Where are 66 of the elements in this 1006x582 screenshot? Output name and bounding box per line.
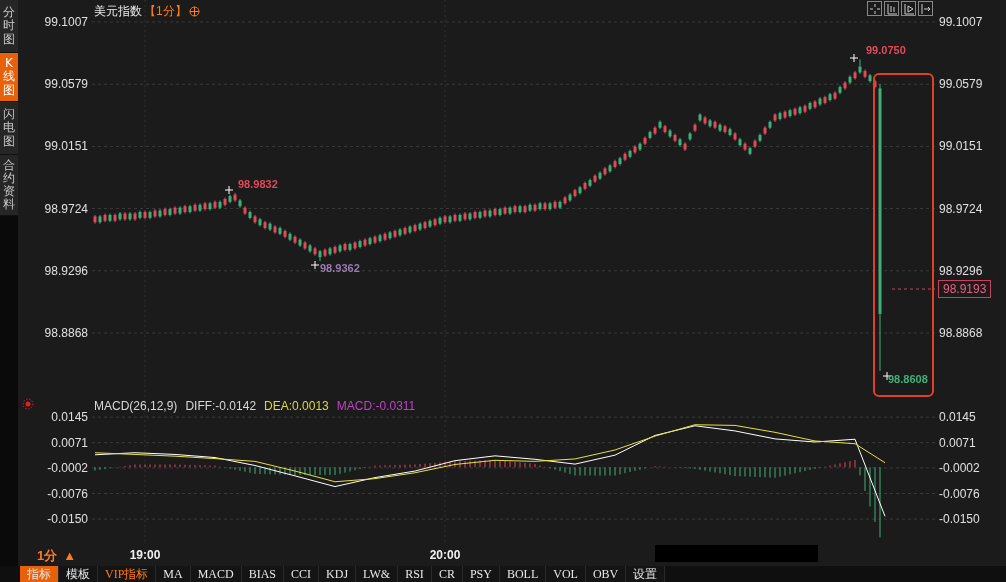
time-label: 19:00 xyxy=(129,548,161,562)
macd-label: 0.0071 xyxy=(939,435,976,450)
macd-label: -0.0150 xyxy=(47,512,88,527)
price-line xyxy=(891,288,935,290)
macd-label: 0.0145 xyxy=(939,410,976,425)
price-label: 98.9724 xyxy=(939,201,983,216)
price-label: 99.0151 xyxy=(939,139,983,154)
indicator-tab[interactable]: VOL xyxy=(546,566,586,582)
indicator-tab[interactable]: BIAS xyxy=(241,566,285,582)
macd-label: -0.0002 xyxy=(47,460,88,475)
indicator-tab[interactable]: OBV xyxy=(585,566,627,582)
candlestick xyxy=(318,249,322,262)
diff-value: DIFF:-0.0142 xyxy=(185,399,257,413)
price-mark: 98.8608 xyxy=(888,373,928,385)
indicator-tab[interactable]: MA xyxy=(156,566,191,582)
macd-label: -0.0002 xyxy=(939,460,980,475)
sidebar-tab[interactable]: 闪电图 xyxy=(0,102,18,155)
time-label: 20:00 xyxy=(429,548,461,562)
price-label: 99.0579 xyxy=(44,77,88,92)
crosshair-mark xyxy=(849,53,859,63)
macd-title: MACD(26,12,9) xyxy=(94,399,178,413)
indicator-tab[interactable]: LW& xyxy=(356,566,399,582)
add-icon[interactable] xyxy=(188,6,200,17)
macd-value: MACD:-0.0311 xyxy=(336,399,416,413)
current-price: 98.9193 xyxy=(938,280,992,298)
sidebar-tab[interactable]: 分时图 xyxy=(0,0,18,53)
crosshair-icon[interactable] xyxy=(867,1,882,16)
price-label: 98.8868 xyxy=(939,326,983,341)
period-selector[interactable]: 1分 xyxy=(36,546,58,565)
indicator-tab[interactable]: RSI xyxy=(398,566,432,582)
price-mark: 98.9362 xyxy=(320,262,360,274)
sidebar-tab[interactable]: 合约资料 xyxy=(0,155,18,216)
macd-label: -0.0076 xyxy=(939,486,980,501)
dea-value: DEA:0.0013 xyxy=(264,399,329,413)
play-chart-icon[interactable] xyxy=(901,1,916,16)
period-label: 【1分】 xyxy=(144,3,187,20)
macd-label: -0.0076 xyxy=(47,486,88,501)
price-label: 98.9724 xyxy=(44,201,88,216)
price-label: 98.9296 xyxy=(939,263,983,278)
indicator-tab[interactable]: 模板 xyxy=(59,566,98,582)
price-label: 99.0151 xyxy=(44,139,88,154)
indicator-tab[interactable]: CR xyxy=(431,566,463,582)
indicator-tab[interactable]: BOLL xyxy=(499,566,547,582)
indicator-icon xyxy=(22,398,34,410)
expand-arrow[interactable]: ▲ xyxy=(63,548,76,563)
indicator-tab[interactable]: 设置 xyxy=(626,566,666,582)
crosshair-mark xyxy=(224,185,234,195)
symbol-title: 美元指数 xyxy=(94,3,142,20)
indicator-tab[interactable]: MACD xyxy=(190,566,242,582)
indicator-tab[interactable]: VIP指标 xyxy=(98,566,157,582)
arrow-right-icon[interactable] xyxy=(918,1,933,16)
price-mark: 98.9832 xyxy=(238,178,278,190)
price-mark: 99.0750 xyxy=(866,44,906,56)
price-label: 99.1007 xyxy=(939,14,983,29)
price-label: 98.8868 xyxy=(44,326,88,341)
price-label: 99.1007 xyxy=(44,14,88,29)
macd-label: 0.0071 xyxy=(51,435,88,450)
indicator-tab[interactable]: CCI xyxy=(284,566,320,582)
indicator-tab[interactable]: PSY xyxy=(462,566,500,582)
price-label: 99.0579 xyxy=(939,77,983,92)
bar-chart-icon[interactable] xyxy=(884,1,899,16)
indicator-tab[interactable]: KDJ xyxy=(319,566,357,582)
price-label: 98.9296 xyxy=(44,263,88,278)
macd-label: 0.0145 xyxy=(51,410,88,425)
crosshair-mark xyxy=(310,260,320,270)
macd-label: -0.0150 xyxy=(939,512,980,527)
